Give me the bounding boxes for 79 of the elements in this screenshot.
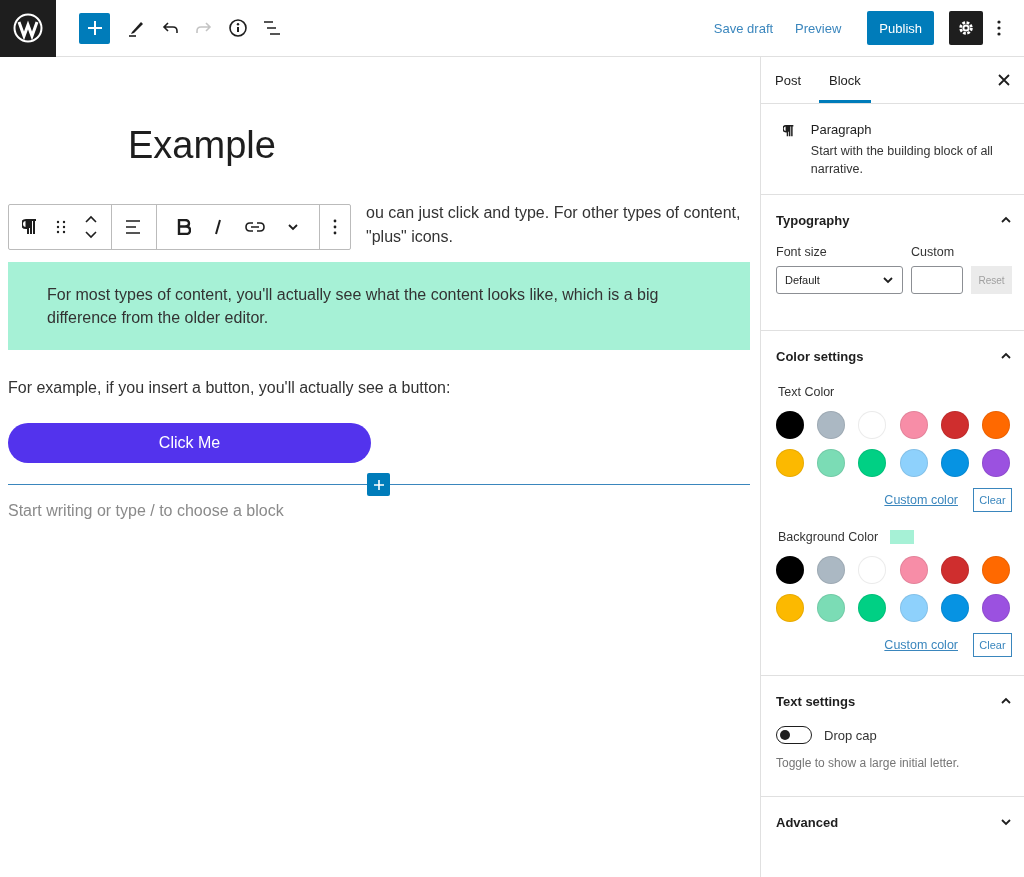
add-block-button[interactable] xyxy=(79,12,110,44)
color-swatch[interactable] xyxy=(776,594,804,622)
block-placeholder[interactable]: Start writing or type / to choose a block xyxy=(8,502,750,520)
chevron-icon[interactable] xyxy=(1000,697,1012,705)
more-options-icon[interactable] xyxy=(996,18,1002,38)
publish-button[interactable]: Publish xyxy=(867,11,934,45)
preview-button[interactable]: Preview xyxy=(795,20,842,36)
color-swatch[interactable] xyxy=(899,411,928,439)
panel-title[interactable]: Typography xyxy=(776,212,850,228)
post-title[interactable]: Example xyxy=(128,123,750,167)
block-name: Paragraph xyxy=(810,122,873,137)
field-label: Font size xyxy=(776,245,828,259)
panel-title[interactable]: Color settings xyxy=(776,348,864,364)
custom-color-link[interactable]: Custom color xyxy=(884,493,958,507)
toggle-label: Drop cap xyxy=(824,727,877,743)
panel-title[interactable]: Text settings xyxy=(776,693,856,709)
close-icon[interactable] xyxy=(998,74,1010,86)
help-text: Toggle to show a large initial letter. xyxy=(776,756,961,772)
custom-color-link[interactable]: Custom color xyxy=(884,638,958,652)
sidebar-tab[interactable]: Post xyxy=(765,57,811,103)
block-description: Start with the building block of all narrative. xyxy=(810,143,994,178)
list-view-icon[interactable] xyxy=(262,18,282,38)
color-swatch[interactable] xyxy=(940,594,969,622)
clear-button[interactable]: Clear xyxy=(973,488,1012,512)
chevron-icon[interactable] xyxy=(1000,818,1012,826)
plus-icon xyxy=(87,21,102,35)
color-swatch[interactable] xyxy=(940,449,969,477)
align-left-icon[interactable] xyxy=(125,219,143,235)
wordpress-icon xyxy=(13,13,43,43)
clear-button[interactable]: Clear xyxy=(973,633,1012,657)
move-up-down-icon[interactable] xyxy=(84,214,98,240)
color-swatch[interactable] xyxy=(817,556,846,584)
color-swatch[interactable] xyxy=(817,411,846,439)
chevron-down-icon xyxy=(882,276,894,284)
paragraph-line: "plus" icons. xyxy=(366,227,453,247)
italic-icon[interactable] xyxy=(213,219,223,235)
settings-button[interactable] xyxy=(949,11,983,45)
current-color-swatch xyxy=(890,530,915,544)
color-swatch[interactable] xyxy=(981,449,1010,477)
color-swatch[interactable] xyxy=(981,556,1010,584)
sidebar-tab[interactable]: Block xyxy=(819,57,871,103)
wordpress-logo[interactable] xyxy=(0,0,56,57)
color-swatch[interactable] xyxy=(817,594,846,622)
chevron-down-icon[interactable] xyxy=(287,223,299,231)
color-swatch[interactable] xyxy=(817,449,846,477)
color-swatch[interactable] xyxy=(858,449,887,477)
paragraph-line: ou can just click and type. For other types of content, xyxy=(366,203,741,223)
color-swatch[interactable] xyxy=(776,411,804,439)
drag-handle-icon[interactable] xyxy=(56,220,66,234)
save-draft-button[interactable]: Save draft xyxy=(713,20,774,36)
link-icon[interactable] xyxy=(245,221,265,233)
color-label: Background Color xyxy=(777,530,879,544)
color-swatch[interactable] xyxy=(776,449,804,477)
panel-title[interactable]: Advanced xyxy=(776,814,839,830)
font-size-select[interactable]: Default xyxy=(776,266,903,294)
chevron-icon[interactable] xyxy=(1000,216,1012,224)
color-swatch[interactable] xyxy=(940,556,969,584)
custom-size-input[interactable] xyxy=(911,266,963,294)
color-swatch[interactable] xyxy=(940,411,969,439)
info-icon[interactable] xyxy=(228,18,248,38)
paragraph: For example, if you insert a button, you'll actually see a button: xyxy=(8,378,452,398)
chevron-icon[interactable] xyxy=(1000,352,1012,360)
color-swatch[interactable] xyxy=(981,594,1010,622)
highlighted-paragraph: For most types of content, you'll actually see what the content looks like, which is a big difference from the older editor. xyxy=(47,285,660,328)
insert-block-button[interactable] xyxy=(367,473,390,496)
bold-icon[interactable] xyxy=(177,219,191,235)
color-swatch[interactable] xyxy=(899,449,928,477)
field-label: Custom xyxy=(911,245,956,259)
color-swatch[interactable] xyxy=(776,556,804,584)
color-swatch[interactable] xyxy=(981,411,1010,439)
more-options-icon[interactable] xyxy=(333,219,337,235)
click-me-button[interactable]: Click Me xyxy=(8,423,371,463)
color-swatch[interactable] xyxy=(899,594,928,622)
plus-icon xyxy=(373,479,384,490)
color-label: Text Color xyxy=(777,385,835,399)
paragraph-icon[interactable] xyxy=(22,218,38,236)
color-swatch[interactable] xyxy=(858,594,887,622)
gear-icon xyxy=(957,19,975,37)
color-swatch[interactable] xyxy=(899,556,928,584)
